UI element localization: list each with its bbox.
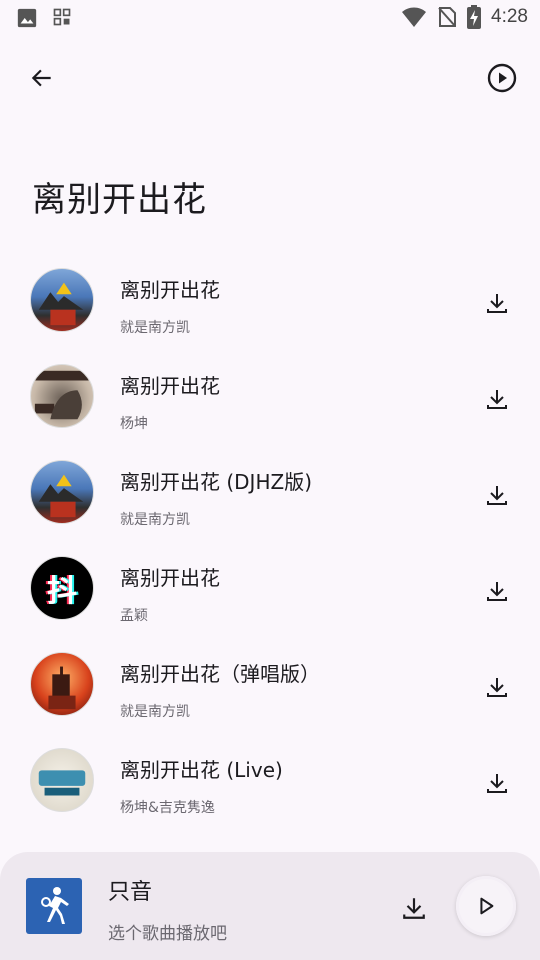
player-download-button[interactable]	[400, 894, 428, 922]
download-icon	[485, 291, 509, 315]
song-row[interactable]: 离别开出花（弹唱版） 就是南方凯	[0, 638, 540, 734]
play-icon	[475, 895, 497, 917]
wifi-icon	[401, 6, 427, 28]
no-sim-icon	[437, 6, 457, 28]
image-icon	[16, 7, 38, 29]
song-row[interactable]: 离别开出花 (Live) 杨坤&吉克隽逸	[0, 734, 540, 830]
song-row[interactable]: 离别开出花 (DJHZ版) 就是南方凯	[0, 446, 540, 542]
song-title: 离别开出花	[120, 278, 220, 302]
grid-icon	[52, 7, 72, 29]
download-button[interactable]	[484, 770, 510, 796]
song-cover	[30, 268, 94, 332]
download-button[interactable]	[484, 578, 510, 604]
song-artist: 就是南方凯	[120, 704, 190, 720]
status-bar: 4:28	[0, 0, 540, 36]
song-cover	[30, 652, 94, 716]
download-icon	[485, 483, 509, 507]
song-list: 离别开出花 就是南方凯 离别开出花 杨坤 离别开出花 (DJHZ版) 就是南方凯	[0, 254, 540, 830]
status-time: 4:28	[491, 6, 528, 27]
song-artist: 杨坤&吉克隽逸	[120, 800, 215, 816]
basketball-player-icon	[37, 886, 71, 926]
song-artist: 就是南方凯	[120, 320, 190, 336]
song-row[interactable]: 抖 离别开出花 孟颖	[0, 542, 540, 638]
mini-player[interactable]: 只音 选个歌曲播放吧	[0, 852, 540, 960]
download-button[interactable]	[484, 482, 510, 508]
download-button[interactable]	[484, 386, 510, 412]
song-cover: 抖	[30, 556, 94, 620]
download-button[interactable]	[484, 290, 510, 316]
download-icon	[401, 895, 427, 921]
play-circle-icon	[487, 63, 517, 93]
player-subtitle: 选个歌曲播放吧	[108, 924, 227, 944]
arrow-back-icon	[29, 65, 55, 91]
player-play-button[interactable]	[456, 876, 516, 936]
player-cover	[26, 878, 82, 934]
player-title: 只音	[108, 880, 153, 905]
song-row[interactable]: 离别开出花 就是南方凯	[0, 254, 540, 350]
song-artist: 就是南方凯	[120, 512, 190, 528]
page-title: 离别开出花	[32, 180, 207, 220]
song-title: 离别开出花 (Live)	[120, 758, 283, 782]
song-cover	[30, 748, 94, 812]
play-all-button[interactable]	[484, 60, 520, 96]
download-icon	[485, 771, 509, 795]
download-button[interactable]	[484, 674, 510, 700]
song-cover	[30, 364, 94, 428]
song-title: 离别开出花 (DJHZ版)	[120, 470, 313, 494]
song-title: 离别开出花（弹唱版）	[120, 662, 320, 686]
song-artist: 杨坤	[120, 416, 148, 432]
douyin-logo: 抖	[47, 574, 77, 609]
song-artist: 孟颖	[120, 608, 148, 624]
battery-charging-icon	[467, 5, 482, 29]
download-icon	[485, 579, 509, 603]
song-cover	[30, 460, 94, 524]
song-row[interactable]: 离别开出花 杨坤	[0, 350, 540, 446]
download-icon	[485, 387, 509, 411]
song-title: 离别开出花	[120, 566, 220, 590]
back-button[interactable]	[22, 58, 62, 98]
download-icon	[485, 675, 509, 699]
song-title: 离别开出花	[120, 374, 220, 398]
